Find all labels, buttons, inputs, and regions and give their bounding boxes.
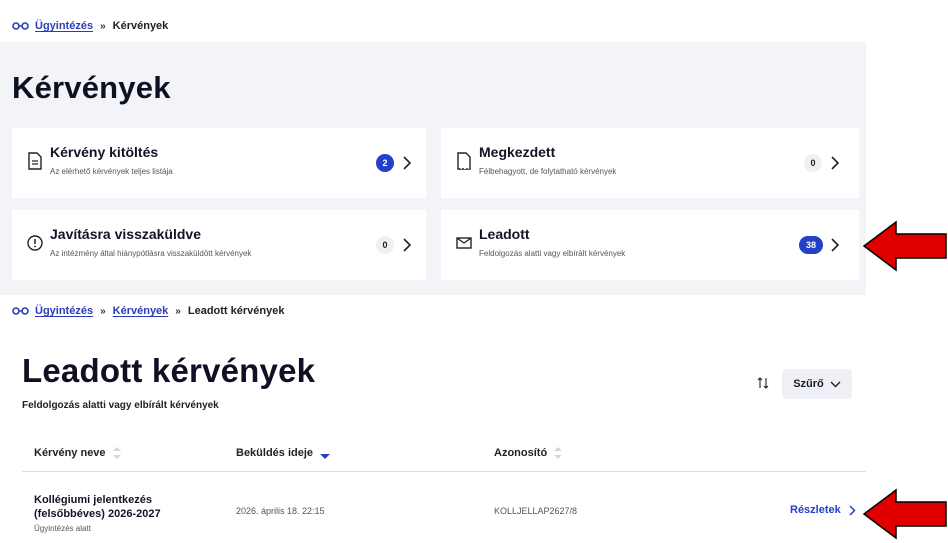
filter-label: Szűrő — [793, 378, 824, 390]
chevron-right-icon — [403, 156, 412, 170]
breadcrumb-separator: » — [175, 305, 181, 317]
chevron-right-icon — [849, 504, 856, 516]
document-icon — [28, 152, 42, 170]
card-kerveny-kitoltes[interactable]: Kérvény kitöltés Az elérhető kérvények t… — [12, 128, 426, 198]
column-header-label: Azonosító — [494, 447, 548, 459]
chevron-right-icon — [831, 156, 840, 170]
breadcrumb-separator: » — [100, 20, 106, 32]
breadcrumb-link-ugyintezes[interactable]: Ügyintézés — [35, 305, 93, 317]
page-subtitle: Feldolgozás alatti vagy elbírált kérvény… — [22, 400, 219, 411]
sort-neutral-icon — [554, 447, 563, 459]
card-subtitle: Az intézmény által hiánypótlásra visszak… — [50, 249, 252, 258]
glasses-logo-icon — [12, 307, 30, 315]
page-title: Kérvények — [12, 70, 171, 105]
column-header-id[interactable]: Azonosító — [494, 446, 563, 460]
chevron-down-icon — [830, 381, 841, 387]
breadcrumb: Ügyintézés » Kérvények » Leadott kérvény… — [12, 305, 284, 317]
filter-button[interactable]: Szűrő — [782, 369, 852, 399]
sort-neutral-icon — [112, 447, 121, 459]
chevron-right-icon — [831, 238, 840, 252]
breadcrumb-current: Leadott kérvények — [187, 305, 285, 317]
card-title: Javításra visszaküldve — [50, 226, 201, 242]
chevron-right-icon — [403, 238, 412, 252]
card-megkezdett[interactable]: Megkezdett Félbehagyott, de folytatható … — [441, 128, 859, 198]
count-badge: 0 — [376, 236, 394, 254]
count-badge: 2 — [376, 154, 394, 172]
annotation-arrow-icon — [862, 220, 947, 272]
request-name: Kollégiumi jelentkezés (felsőbbéves) 202… — [34, 494, 161, 520]
details-label: Részletek — [790, 504, 841, 516]
card-leadott[interactable]: Leadott Feldolgozás alatti vagy elbírált… — [441, 210, 859, 280]
column-header-name[interactable]: Kérvény neve — [34, 446, 122, 460]
column-header-label: Beküldés ideje — [236, 447, 314, 459]
draft-document-icon — [457, 152, 471, 170]
card-subtitle: Az elérhető kérvények teljes listája — [50, 167, 173, 176]
card-title: Kérvény kitöltés — [50, 144, 159, 160]
breadcrumb-current: Kérvények — [112, 20, 169, 32]
card-subtitle: Félbehagyott, de folytatható kérvények — [479, 167, 617, 176]
sort-icon[interactable] — [756, 375, 770, 391]
column-header-submitted[interactable]: Beküldés ideje — [236, 446, 331, 460]
details-link[interactable]: Részletek — [790, 504, 856, 516]
submitted-date: 2026. április 18. 22:15 — [236, 506, 325, 516]
breadcrumb-link-kervenyek[interactable]: Kérvények — [113, 305, 169, 317]
card-title: Leadott — [479, 226, 530, 242]
count-badge: 0 — [804, 154, 822, 172]
card-javitasra-visszakuldve[interactable]: Javításra visszaküldve Az intézmény álta… — [12, 210, 426, 280]
count-badge: 38 — [799, 236, 823, 254]
request-status: Ügyintézés alatt — [34, 524, 91, 533]
table-header-divider — [22, 471, 866, 472]
card-title: Megkezdett — [479, 144, 556, 160]
envelope-icon — [456, 237, 472, 249]
breadcrumb-separator: » — [100, 305, 106, 317]
sort-descending-icon — [320, 447, 331, 459]
breadcrumb: Ügyintézés » Kérvények — [12, 20, 168, 32]
card-subtitle: Feldolgozás alatti vagy elbírált kérvény… — [479, 249, 626, 258]
annotation-arrow-icon — [862, 488, 947, 540]
alert-circle-icon — [27, 235, 43, 251]
request-id: KOLLJELLAP2627/8 — [494, 506, 578, 516]
breadcrumb-link-ugyintezes[interactable]: Ügyintézés — [35, 20, 93, 32]
page-title: Leadott kérvények — [22, 352, 316, 389]
column-header-label: Kérvény neve — [34, 447, 106, 459]
glasses-logo-icon — [12, 22, 30, 30]
